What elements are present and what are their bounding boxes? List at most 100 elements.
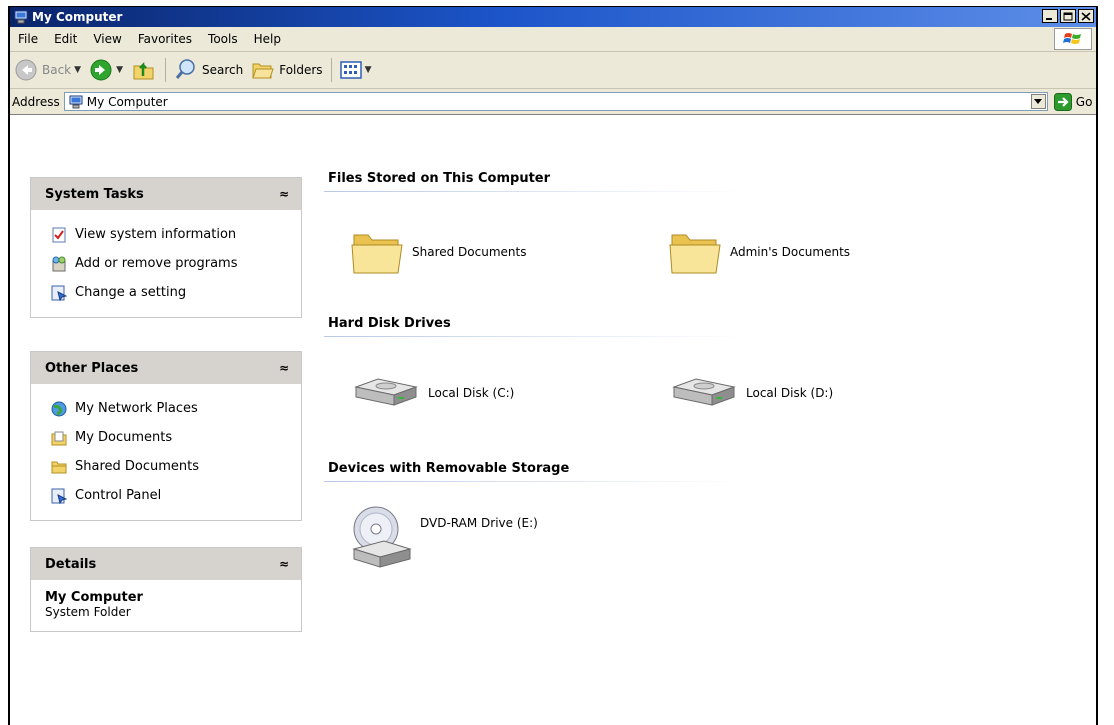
place-my-documents[interactable]: My Documents	[51, 423, 289, 452]
folder-icon	[351, 234, 403, 274]
window-title: My Computer	[32, 10, 123, 24]
go-label: Go	[1075, 94, 1093, 109]
details-type: System Folder	[45, 605, 131, 619]
group-divider	[324, 481, 744, 482]
details-title: Details	[45, 556, 97, 572]
back-dropdown-icon[interactable]: ▼	[74, 65, 81, 75]
details-panel: Details ≈ My Computer System Folder	[30, 547, 302, 632]
group-divider	[324, 191, 744, 192]
add-remove-programs-icon	[52, 256, 66, 271]
folders-button[interactable]: Folders	[247, 55, 326, 85]
go-button[interactable]: Go	[1053, 92, 1093, 111]
toolbar: Back ▼ ▼ Search Folders ▼	[10, 52, 1096, 89]
views-button[interactable]: ▼	[336, 55, 376, 85]
menu-edit[interactable]: Edit	[46, 27, 85, 51]
task-view-system-information[interactable]: View system information	[51, 220, 289, 249]
views-icon	[339, 61, 362, 79]
control-panel-icon	[51, 285, 67, 301]
item-label: Shared Documents	[412, 245, 527, 259]
details-header[interactable]: Details ≈	[31, 548, 301, 580]
task-change-setting[interactable]: Change a setting	[51, 278, 289, 307]
control-panel-icon	[51, 488, 67, 504]
group-divider	[324, 336, 744, 337]
menu-bar: File Edit View Favorites Tools Help	[10, 27, 1096, 52]
go-arrow-icon	[1053, 92, 1072, 111]
forward-dropdown-icon[interactable]: ▼	[116, 65, 123, 75]
menu-favorites[interactable]: Favorites	[130, 27, 200, 51]
minimize-icon	[1046, 18, 1052, 20]
close-icon	[1081, 12, 1091, 21]
item-label: DVD-RAM Drive (E:)	[420, 516, 538, 530]
toolbar-separator	[330, 58, 332, 82]
window: My Computer File Edit View Favorites Too…	[8, 6, 1098, 725]
forward-arrow-icon	[90, 59, 112, 81]
close-button[interactable]	[1078, 9, 1094, 23]
place-my-network-places[interactable]: My Network Places	[51, 394, 289, 423]
collapse-icon[interactable]: ≈	[279, 557, 289, 571]
toolbar-separator	[164, 58, 166, 82]
group-header-files: Files Stored on This Computer	[328, 171, 551, 186]
other-places-header[interactable]: Other Places ≈	[31, 352, 301, 384]
search-icon	[175, 59, 195, 79]
minimize-button[interactable]	[1042, 9, 1058, 23]
other-places-list: My Network Places My Documents Shared Do…	[31, 384, 301, 520]
forward-button[interactable]: ▼	[85, 55, 127, 85]
chevron-down-icon	[1034, 99, 1043, 104]
address-value: My Computer	[86, 94, 168, 109]
dvd-drive-icon	[352, 506, 412, 568]
item-shared-documents[interactable]: Shared Documents	[350, 227, 526, 277]
menu-view[interactable]: View	[85, 27, 129, 51]
menu-help[interactable]: Help	[246, 27, 289, 51]
window-controls	[1042, 9, 1094, 23]
item-local-disk-d[interactable]: Local Disk (D:)	[668, 377, 833, 409]
system-tasks-panel: System Tasks ≈ View system information A…	[30, 177, 302, 318]
computer-icon	[14, 10, 28, 24]
place-label: Shared Documents	[75, 459, 200, 474]
folder-up-icon	[133, 61, 154, 80]
back-arrow-icon	[15, 59, 37, 81]
views-dropdown-icon[interactable]: ▼	[365, 65, 372, 75]
folder-icon	[669, 234, 721, 274]
item-admins-documents[interactable]: Admin's Documents	[668, 227, 850, 277]
windows-logo	[1054, 28, 1092, 50]
computer-icon	[69, 95, 83, 108]
item-dvd-ram-drive-e[interactable]: DVD-RAM Drive (E:)	[350, 503, 538, 573]
task-pane: System Tasks ≈ View system information A…	[10, 115, 320, 725]
collapse-icon[interactable]: ≈	[279, 361, 289, 375]
address-bar: Address My Computer Go	[10, 89, 1096, 115]
place-label: My Network Places	[75, 401, 198, 416]
address-dropdown-button[interactable]	[1030, 94, 1046, 109]
task-label: Add or remove programs	[75, 256, 238, 271]
group-header-drives: Hard Disk Drives	[328, 316, 451, 331]
item-label: Local Disk (D:)	[746, 386, 834, 400]
place-shared-documents[interactable]: Shared Documents	[51, 452, 289, 481]
folders-label: Folders	[279, 63, 323, 77]
search-label: Search	[201, 63, 244, 77]
address-input[interactable]: My Computer	[63, 92, 1048, 111]
task-label: View system information	[75, 227, 237, 242]
maximize-button[interactable]	[1060, 9, 1076, 23]
back-button[interactable]: Back ▼	[10, 55, 85, 85]
item-local-disk-c[interactable]: Local Disk (C:)	[350, 377, 514, 409]
up-button[interactable]	[127, 55, 161, 85]
collapse-icon[interactable]: ≈	[279, 187, 289, 201]
maximize-icon	[1063, 12, 1073, 21]
place-label: Control Panel	[75, 488, 162, 503]
address-label: Address	[12, 94, 60, 109]
windows-flag-icon	[1063, 33, 1081, 44]
task-add-remove-programs[interactable]: Add or remove programs	[51, 249, 289, 278]
place-label: My Documents	[75, 430, 173, 445]
title-bar[interactable]: My Computer	[10, 7, 1096, 27]
menu-file[interactable]: File	[10, 27, 46, 51]
place-control-panel[interactable]: Control Panel	[51, 481, 289, 510]
system-tasks-header[interactable]: System Tasks ≈	[31, 178, 301, 210]
menu-tools[interactable]: Tools	[200, 27, 246, 51]
folders-icon	[252, 63, 274, 79]
search-button[interactable]: Search	[170, 55, 247, 85]
my-documents-icon	[51, 431, 67, 445]
system-tasks-title: System Tasks	[45, 186, 144, 202]
details-name: My Computer	[45, 590, 143, 605]
hard-drive-icon	[354, 378, 418, 406]
other-places-panel: Other Places ≈ My Network Places My Docu…	[30, 351, 302, 521]
system-tasks-list: View system information Add or remove pr…	[31, 210, 301, 317]
